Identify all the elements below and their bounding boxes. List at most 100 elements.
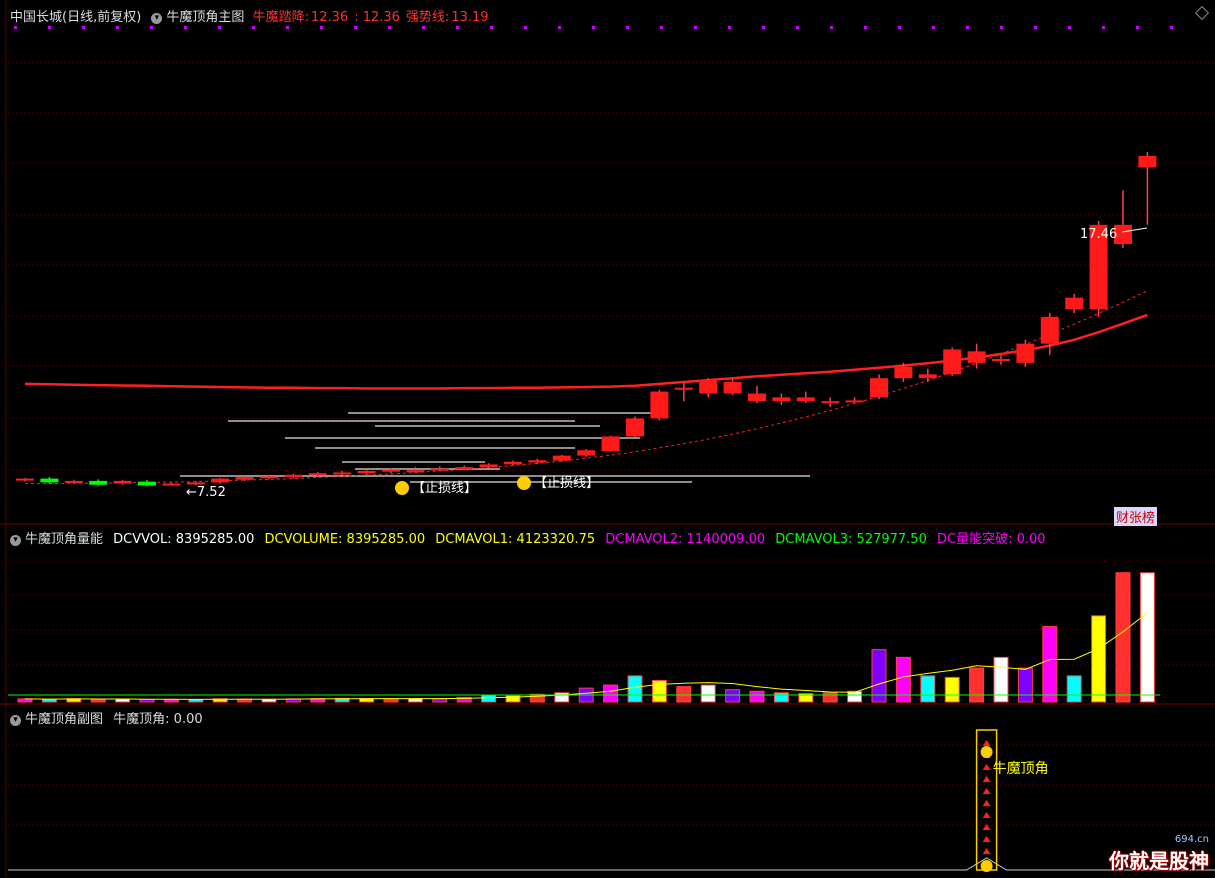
main-chart-header: 中国长城(日线,前复权) ▾ 牛魔顶角主图 牛魔踏降: 12.36: 12.36 强势… bbox=[10, 6, 495, 25]
candle-body bbox=[943, 349, 962, 375]
signal-arrow bbox=[982, 836, 991, 842]
marker-dot bbox=[150, 26, 153, 29]
candle-body bbox=[113, 480, 132, 484]
volume-bar bbox=[383, 698, 399, 703]
candle-body bbox=[552, 455, 571, 461]
candle-body bbox=[894, 366, 913, 379]
candle-body bbox=[504, 461, 522, 465]
marker-dot bbox=[796, 26, 799, 29]
main-indicator-name[interactable]: 牛魔顶角主图 bbox=[166, 10, 244, 25]
marker-dot bbox=[830, 26, 833, 29]
stock-title[interactable]: 中国长城(日线,前复权) bbox=[10, 10, 141, 25]
marker-dot bbox=[524, 26, 527, 29]
marker-dot bbox=[14, 26, 17, 29]
candle-body bbox=[796, 397, 815, 402]
signal-baseline bbox=[8, 857, 1215, 871]
volume-bar bbox=[969, 667, 985, 703]
signal-arrow bbox=[982, 800, 991, 806]
candle-body bbox=[1016, 343, 1035, 363]
candle-body bbox=[1138, 155, 1157, 168]
volume-bar bbox=[432, 698, 448, 703]
volume-bar bbox=[871, 649, 887, 703]
marker-dot bbox=[1068, 26, 1071, 29]
candle-body bbox=[16, 478, 34, 481]
volume-bar bbox=[1017, 667, 1033, 703]
candle-body bbox=[821, 401, 840, 404]
marker-dot bbox=[762, 26, 765, 29]
watermark: 694.cn 你就是股神 bbox=[1109, 834, 1209, 874]
volume-bar bbox=[139, 699, 155, 703]
candle-body bbox=[333, 472, 352, 475]
volume-bar bbox=[773, 692, 789, 703]
candle-body bbox=[382, 469, 400, 472]
volume-bar bbox=[407, 698, 423, 703]
volume-bar bbox=[1139, 572, 1155, 703]
marker-dot bbox=[558, 26, 561, 29]
marker-dot bbox=[354, 26, 357, 29]
marker-dot bbox=[82, 26, 85, 29]
candle-body bbox=[211, 478, 230, 483]
marker-dot bbox=[422, 26, 425, 29]
signal-arrow bbox=[982, 788, 991, 794]
volume-bar bbox=[944, 676, 960, 703]
low-label: ←7.52 bbox=[186, 485, 226, 500]
signal-arrow bbox=[982, 776, 991, 782]
smiley-icon bbox=[517, 476, 531, 490]
volume-bar bbox=[1066, 675, 1082, 703]
dcmavol1-value: DCMAVOL1: 4123320.75 bbox=[435, 532, 596, 547]
volume-bar bbox=[481, 694, 497, 703]
watermark-site: 694.cn bbox=[1174, 834, 1209, 845]
volume-bar bbox=[725, 689, 741, 703]
marker-dot bbox=[592, 26, 595, 29]
settings-circle-icon[interactable]: ▾ bbox=[10, 715, 21, 726]
sub-indicator-name[interactable]: 牛魔顶角副图 bbox=[25, 712, 103, 727]
label-strong-line: 强势线: bbox=[405, 10, 450, 25]
volume-bar bbox=[847, 690, 863, 703]
candle-body bbox=[918, 374, 937, 379]
marker-dot bbox=[694, 26, 697, 29]
marker-dot bbox=[1034, 26, 1037, 29]
smiley-icon bbox=[395, 481, 409, 495]
value-bull-demon-drop: 12.36 bbox=[310, 10, 349, 25]
marker-dot bbox=[1136, 26, 1139, 29]
coin-icon bbox=[980, 746, 993, 758]
volume-bar bbox=[920, 675, 936, 703]
candle-body bbox=[723, 382, 742, 394]
candle-body bbox=[235, 477, 254, 480]
marker-dot bbox=[388, 26, 391, 29]
candle-body bbox=[772, 397, 791, 402]
stop-loss-label: 【止损线】 bbox=[412, 481, 477, 496]
watermark-text: 你就是股神 bbox=[1109, 849, 1209, 873]
candle-body bbox=[601, 436, 620, 451]
dcvolume-value: DCVOLUME: 8395285.00 bbox=[264, 532, 426, 547]
marker-dot bbox=[728, 26, 731, 29]
volume-bar bbox=[163, 699, 179, 703]
stop-loss-label: 【止损线】 bbox=[534, 476, 599, 491]
candle-body bbox=[406, 470, 425, 473]
candle-body bbox=[748, 393, 766, 402]
marker-dot bbox=[48, 26, 51, 29]
marker-dot bbox=[1170, 26, 1173, 29]
dcmavol3-value: DCMAVOL3: 527977.50 bbox=[775, 532, 927, 547]
signal-arrow bbox=[982, 848, 991, 854]
volume-bar bbox=[700, 684, 716, 703]
high-label: 17.46 bbox=[1080, 227, 1117, 242]
rank-badge[interactable]: 财张榜 bbox=[1114, 507, 1158, 526]
settings-circle-icon[interactable]: ▾ bbox=[10, 535, 21, 546]
marker-dot bbox=[660, 26, 663, 29]
dcmavol2-value: DCMAVOL2: 1140009.00 bbox=[605, 532, 766, 547]
volume-bar bbox=[603, 684, 619, 703]
volume-bar bbox=[90, 698, 106, 703]
marker-dot bbox=[320, 26, 323, 29]
candle-body bbox=[40, 478, 59, 483]
candle-body bbox=[162, 483, 181, 486]
settings-circle-icon[interactable]: ▾ bbox=[151, 13, 163, 24]
volume-bar bbox=[41, 698, 57, 703]
volume-bar bbox=[1115, 572, 1131, 703]
candle-body bbox=[845, 400, 864, 403]
marker-dot bbox=[1000, 26, 1003, 29]
volume-indicator-name[interactable]: 牛魔顶角量能 bbox=[25, 532, 103, 547]
marker-dot bbox=[456, 26, 459, 29]
value-strong-line: 13.19 bbox=[451, 10, 489, 25]
candle-body bbox=[650, 391, 669, 419]
